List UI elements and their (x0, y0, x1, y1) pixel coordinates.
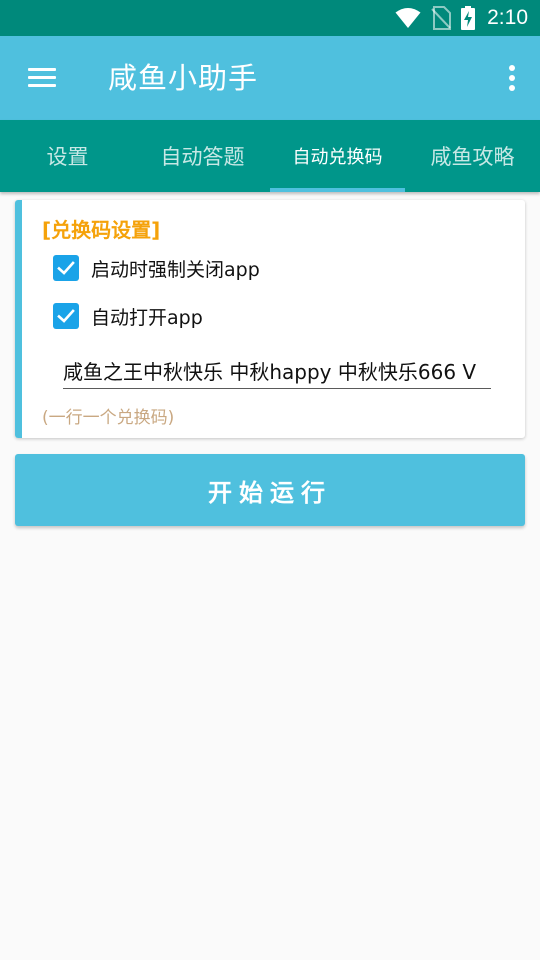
tab-settings[interactable]: 设置 (0, 120, 135, 192)
tab-auto-answer[interactable]: 自动答题 (135, 120, 270, 192)
card-accent-bar (15, 200, 22, 438)
auto-open-checkbox[interactable] (53, 303, 79, 329)
auto-open-label: 自动打开app (91, 306, 203, 329)
wifi-icon (395, 7, 421, 29)
redeem-codes-input[interactable] (63, 352, 491, 389)
status-time: 2:10 (487, 6, 528, 29)
codes-hint: (一行一个兑换码) (42, 408, 175, 428)
start-button[interactable]: 开始运行 (15, 454, 525, 526)
checkmark-icon (57, 261, 75, 275)
tab-guide[interactable]: 咸鱼攻略 (405, 120, 540, 192)
auto-open-option[interactable]: 自动打开app (53, 302, 203, 330)
checkmark-icon (57, 309, 75, 323)
tab-bar: 设置 自动答题 自动兑换码 咸鱼攻略 (0, 120, 540, 192)
hamburger-menu-icon[interactable] (24, 64, 60, 92)
no-sim-icon (431, 6, 452, 30)
force-close-label: 启动时强制关闭app (91, 258, 260, 281)
app-bar: 咸鱼小助手 (0, 36, 540, 120)
more-vertical-icon[interactable] (504, 62, 520, 94)
battery-charging-icon (461, 6, 476, 30)
redeem-settings-card: [兑换码设置] 启动时强制关闭app 自动打开app (一行一个兑换码) (15, 200, 525, 438)
force-close-option[interactable]: 启动时强制关闭app (53, 254, 260, 282)
force-close-checkbox[interactable] (53, 255, 79, 281)
status-icons: 2:10 (395, 0, 528, 36)
app-title: 咸鱼小助手 (108, 61, 259, 95)
tab-auto-redeem-code[interactable]: 自动兑换码 (270, 120, 405, 192)
card-title: [兑换码设置] (42, 218, 161, 242)
status-bar: 2:10 (0, 0, 540, 36)
